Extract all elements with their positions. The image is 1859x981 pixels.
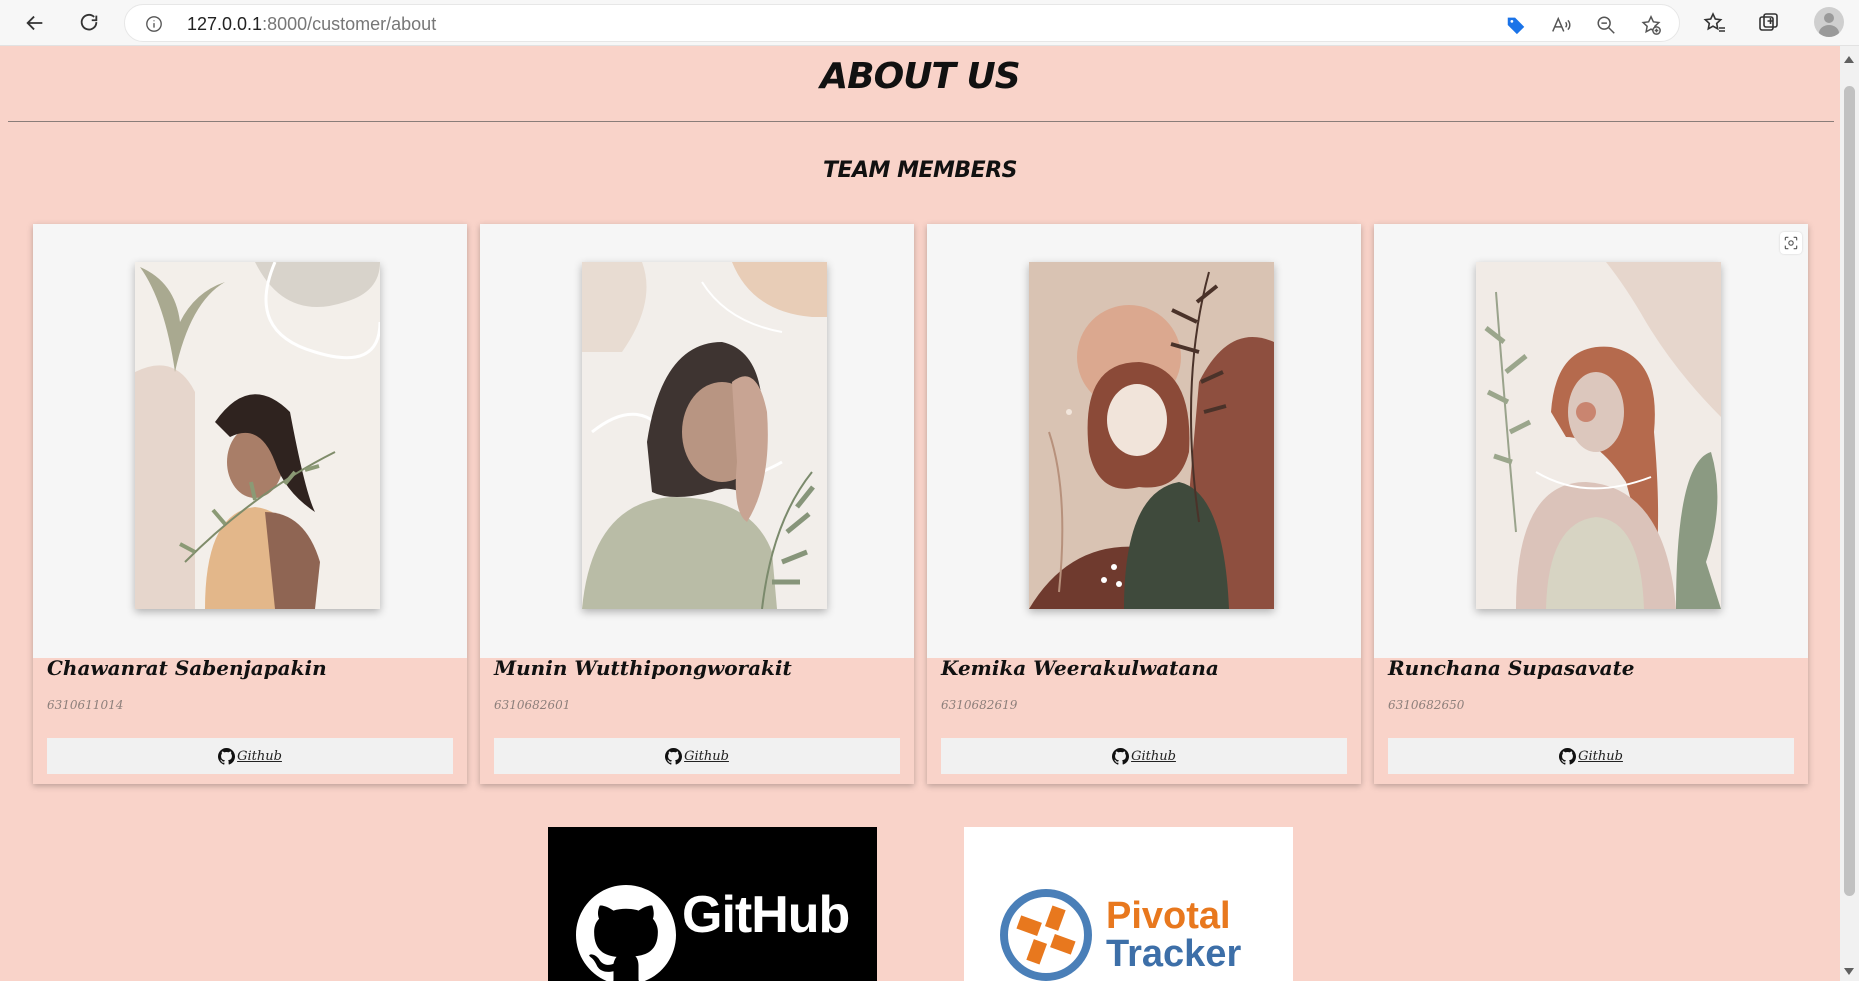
site-info-icon[interactable] [145, 15, 163, 33]
member-illustration [135, 262, 380, 609]
zoom-out-icon[interactable] [1595, 14, 1617, 36]
member-card: Chawanrat Sabenjapakin 6310611014 Github [33, 224, 467, 784]
github-icon [1112, 747, 1130, 765]
tracker-logo-text: Tracker [1106, 933, 1242, 975]
github-link-label[interactable]: Github [1131, 749, 1176, 764]
member-student-id: 6310682619 [941, 698, 1018, 712]
section-title: TEAM MEMBERS [822, 158, 1018, 183]
member-name: Munin Wutthipongworakit [494, 656, 792, 680]
github-link-label[interactable]: Github [1578, 749, 1623, 764]
page-content: ABOUT US TEAM MEMBERS Chawanrat Sabenjap… [0, 46, 1840, 981]
member-illustration [1029, 262, 1274, 609]
member-student-id: 6310611014 [47, 698, 124, 712]
read-aloud-icon[interactable] [1550, 14, 1572, 36]
member-student-id: 6310682601 [494, 698, 571, 712]
member-illustration [1476, 262, 1721, 609]
github-octocat-icon [576, 885, 676, 981]
collections-icon[interactable] [1756, 10, 1782, 36]
github-icon [665, 747, 683, 765]
favorites-icon[interactable] [1702, 10, 1728, 36]
profile-avatar[interactable] [1814, 7, 1844, 37]
title-divider [8, 121, 1834, 122]
scrollbar[interactable] [1840, 46, 1859, 981]
member-photo-frame [1374, 224, 1808, 658]
member-illustration [582, 262, 827, 609]
pivotal-tracker-logo[interactable]: Pivotal Tracker [964, 827, 1293, 981]
browser-toolbar: 127.0.0.1:8000/customer/about [0, 0, 1859, 46]
member-card: Munin Wutthipongworakit 6310682601 Githu… [480, 224, 914, 784]
github-link-label[interactable]: Github [684, 749, 729, 764]
github-link-button[interactable]: Github [47, 738, 453, 774]
add-favorite-icon[interactable] [1640, 14, 1662, 36]
scroll-down-icon[interactable] [1844, 968, 1854, 975]
github-link-button[interactable]: Github [1388, 738, 1794, 774]
member-photo-frame [927, 224, 1361, 658]
github-icon [218, 747, 236, 765]
github-link-label[interactable]: Github [237, 749, 282, 764]
member-card: Runchana Supasavate 6310682650 Github [1374, 224, 1808, 784]
pivotal-tracker-icon [1000, 889, 1092, 981]
github-link-button[interactable]: Github [941, 738, 1347, 774]
member-photo-frame [33, 224, 467, 658]
member-card: Kemika Weerakulwatana 6310682619 Github [927, 224, 1361, 784]
scroll-up-icon[interactable] [1844, 56, 1854, 63]
member-name: Chawanrat Sabenjapakin [47, 656, 327, 680]
member-photo-frame [480, 224, 914, 658]
github-link-button[interactable]: Github [494, 738, 900, 774]
address-bar[interactable]: 127.0.0.1:8000/customer/about [124, 4, 1680, 42]
member-name: Runchana Supasavate [1388, 656, 1635, 680]
github-logo[interactable]: GitHub [548, 827, 877, 981]
visual-search-icon[interactable] [1780, 232, 1802, 254]
back-icon[interactable] [18, 6, 52, 40]
scroll-thumb[interactable] [1844, 86, 1855, 896]
member-student-id: 6310682650 [1388, 698, 1465, 712]
reload-icon[interactable] [72, 6, 106, 40]
shopping-tag-icon[interactable] [1505, 14, 1527, 36]
url-text[interactable]: 127.0.0.1:8000/customer/about [187, 14, 436, 35]
github-icon [1559, 747, 1577, 765]
pivotal-logo-text: Pivotal [1106, 895, 1231, 937]
member-name: Kemika Weerakulwatana [941, 656, 1219, 680]
page-title: ABOUT US [820, 56, 1020, 97]
github-logo-text: GitHub [682, 886, 850, 944]
